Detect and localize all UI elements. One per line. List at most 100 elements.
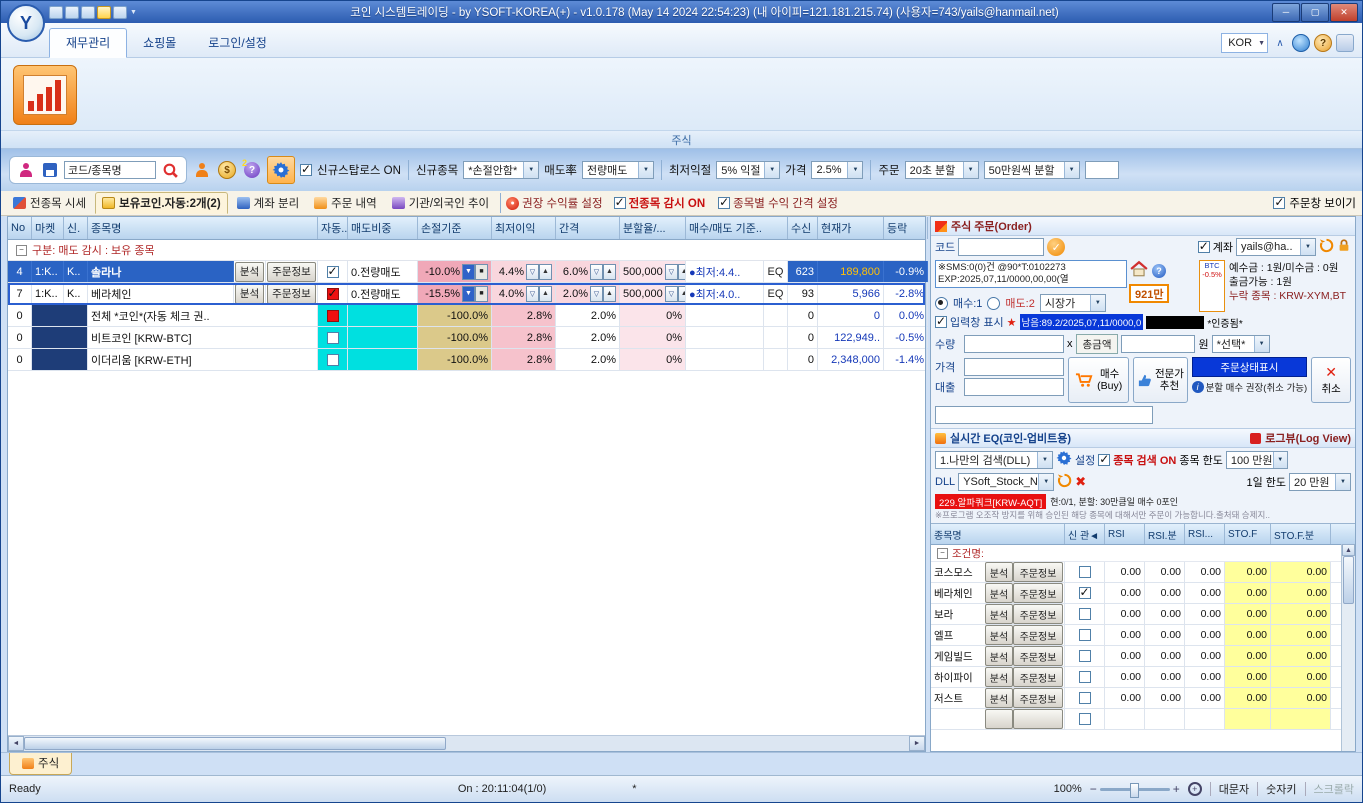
order-type-dropdown[interactable]: 시장가 — [1040, 294, 1106, 312]
collapse-group-icon[interactable] — [937, 548, 948, 559]
condition-row[interactable]: 보라분석주문정보0.000.000.000.000.00 — [931, 604, 1355, 625]
analysis-button[interactable]: 분석 — [985, 583, 1013, 603]
spinner-button[interactable]: ▲ — [678, 264, 686, 280]
condition-row[interactable]: 저스트분석주문정보0.000.000.000.000.00 — [931, 688, 1355, 709]
tabstrip-item[interactable]: 주문 내역 — [308, 193, 383, 213]
table-row[interactable]: 71:K..K..베라체인분석주문정보0.전량매도-15.5%▼■4.0%▽▲2… — [8, 283, 925, 305]
zoom-out-icon[interactable]: − — [1090, 782, 1097, 796]
spinner-button[interactable]: ▽ — [665, 286, 678, 302]
column-header[interactable]: STO.F.분 — [1271, 524, 1331, 544]
order-split-dropdown[interactable]: 20초 분할 — [905, 161, 979, 179]
column-header[interactable]: STO.F — [1225, 524, 1271, 544]
column-header[interactable]: 현재가 — [818, 217, 884, 239]
order-code-input[interactable] — [958, 238, 1044, 256]
condition-checkbox[interactable] — [1079, 608, 1091, 620]
loan-input[interactable] — [964, 378, 1064, 396]
column-header[interactable]: 간격 — [556, 217, 620, 239]
maximize-button[interactable]: ▢ — [1301, 3, 1329, 22]
condition-group-row[interactable]: 조건명: — [931, 545, 1355, 562]
spinner-button[interactable]: ▽ — [665, 264, 678, 280]
auto-checkbox[interactable] — [327, 266, 339, 278]
dll-remove-icon[interactable]: ✖ — [1075, 474, 1086, 490]
order-info-button[interactable]: 주문정보 — [267, 284, 316, 304]
sell-all-dropdown[interactable]: 전량매도 — [582, 161, 654, 179]
condition-checkbox[interactable] — [1079, 713, 1091, 725]
code-search-input[interactable] — [64, 161, 156, 179]
condition-row[interactable]: 게임빌드분석주문정보0.000.000.000.000.00 — [931, 646, 1355, 667]
tabstrip-item[interactable]: 보유코인.자동:2개(2) — [95, 192, 228, 214]
condition-checkbox[interactable] — [1079, 587, 1091, 599]
paste-icon[interactable] — [81, 6, 95, 19]
analysis-button[interactable]: 분석 — [235, 262, 264, 282]
auto-checkbox[interactable] — [327, 354, 339, 366]
spinner-button[interactable]: ▼ — [462, 286, 475, 302]
spinner-button[interactable]: ▽ — [590, 264, 603, 280]
my-search-dropdown[interactable]: 1.나만의 검색(DLL) — [935, 451, 1053, 469]
save-icon[interactable] — [49, 6, 63, 19]
pages-icon[interactable] — [113, 6, 127, 19]
toolbar-small-input[interactable] — [1085, 161, 1119, 179]
settings-label[interactable]: 설정 — [1075, 452, 1095, 468]
order-window-checkbox[interactable] — [1273, 197, 1285, 209]
grid-group-row[interactable]: 구분: 매도 감시 : 보유 종목 — [8, 240, 925, 261]
confirm-check-icon[interactable]: ✓ — [1047, 238, 1065, 256]
order-info-button[interactable]: 주문정보 — [1013, 646, 1063, 666]
app-logo-icon[interactable]: Y — [7, 4, 45, 42]
horizontal-scrollbar[interactable]: ◄ ► — [8, 735, 925, 751]
condition-checkbox[interactable] — [1079, 566, 1091, 578]
scrollbar-thumb[interactable] — [24, 737, 446, 750]
spinner-button[interactable]: ■ — [475, 264, 488, 280]
analysis-button[interactable] — [985, 709, 1013, 729]
condition-row[interactable]: 엘프분석주문정보0.000.000.000.000.00 — [931, 625, 1355, 646]
people-icon[interactable] — [192, 160, 212, 180]
dll-refresh-icon[interactable] — [1057, 473, 1072, 491]
analysis-button[interactable]: 분석 — [985, 688, 1013, 708]
table-row[interactable]: 0비트코인 [KRW-BTC]-100.0%2.8%2.0%0%0122,949… — [8, 327, 925, 349]
tabstrip-item[interactable]: 기관/외국인 추이 — [386, 193, 495, 213]
condition-checkbox[interactable] — [1079, 650, 1091, 662]
column-header[interactable]: 분할율/... — [620, 217, 686, 239]
total-amount-button[interactable]: 총금액 — [1076, 334, 1119, 354]
column-header[interactable]: 신 관◄ — [1065, 524, 1105, 544]
spinner-button[interactable]: ▲ — [603, 286, 616, 302]
condition-row[interactable]: 하이파이분석주문정보0.000.000.000.000.00 — [931, 667, 1355, 688]
order-info-button[interactable]: 주문정보 — [267, 262, 316, 282]
zoom-in-icon[interactable]: + — [1173, 782, 1180, 796]
scroll-left-icon[interactable]: ◄ — [8, 736, 24, 751]
analysis-button[interactable]: 분석 — [985, 604, 1013, 624]
ribbon-tab[interactable]: 재무관리 — [49, 28, 127, 58]
help-icon[interactable]: ? — [1314, 34, 1332, 52]
settings-icon[interactable] — [1056, 450, 1072, 469]
save-disk-icon[interactable] — [40, 160, 60, 180]
account-dropdown[interactable]: yails@ha.. — [1236, 238, 1316, 256]
refresh-icon[interactable] — [1319, 238, 1334, 256]
house-icon[interactable] — [1129, 260, 1149, 281]
ribbon-tab[interactable]: 로그인/설정 — [192, 29, 283, 57]
buy-radio[interactable] — [935, 297, 948, 310]
dll-dropdown[interactable]: YSoft_Stock_N — [958, 473, 1054, 491]
condition-row[interactable] — [931, 709, 1355, 730]
condition-row[interactable]: 코스모스분석주문정보0.000.000.000.000.00 — [931, 562, 1355, 583]
day-limit-dropdown[interactable]: 20 만원 — [1289, 473, 1351, 491]
analysis-button[interactable]: 분석 — [985, 646, 1013, 666]
spinner-button[interactable]: ▽ — [590, 286, 603, 302]
close-button[interactable]: ✕ — [1330, 3, 1358, 22]
analysis-button[interactable]: 분석 — [235, 284, 264, 304]
settings-gear-button[interactable] — [267, 156, 295, 184]
minimize-button[interactable]: ─ — [1272, 3, 1300, 22]
condition-row[interactable]: 베라체인분석주문정보0.000.000.000.000.00 — [931, 583, 1355, 604]
order-state-button[interactable]: 주문상태표시 — [1192, 357, 1308, 377]
analysis-button[interactable]: 분석 — [985, 625, 1013, 645]
copy-icon[interactable] — [65, 6, 79, 19]
vertical-scrollbar[interactable]: ▲ — [1341, 544, 1355, 751]
collapse-ribbon-icon[interactable]: ∧ — [1272, 35, 1288, 51]
magnifier-icon[interactable]: + — [1188, 782, 1202, 796]
column-header[interactable]: 종목명 — [88, 217, 318, 239]
memo-input[interactable] — [935, 406, 1153, 424]
column-header[interactable]: RSI... — [1185, 524, 1225, 544]
scrollbar-thumb[interactable] — [1343, 556, 1354, 604]
quick-access-dropdown-icon[interactable]: ▼ — [130, 9, 137, 16]
stock-chart-icon[interactable] — [13, 65, 77, 125]
spinner-button[interactable]: ▲ — [539, 264, 552, 280]
tabstrip-item[interactable]: 계좌 분리 — [231, 193, 306, 213]
